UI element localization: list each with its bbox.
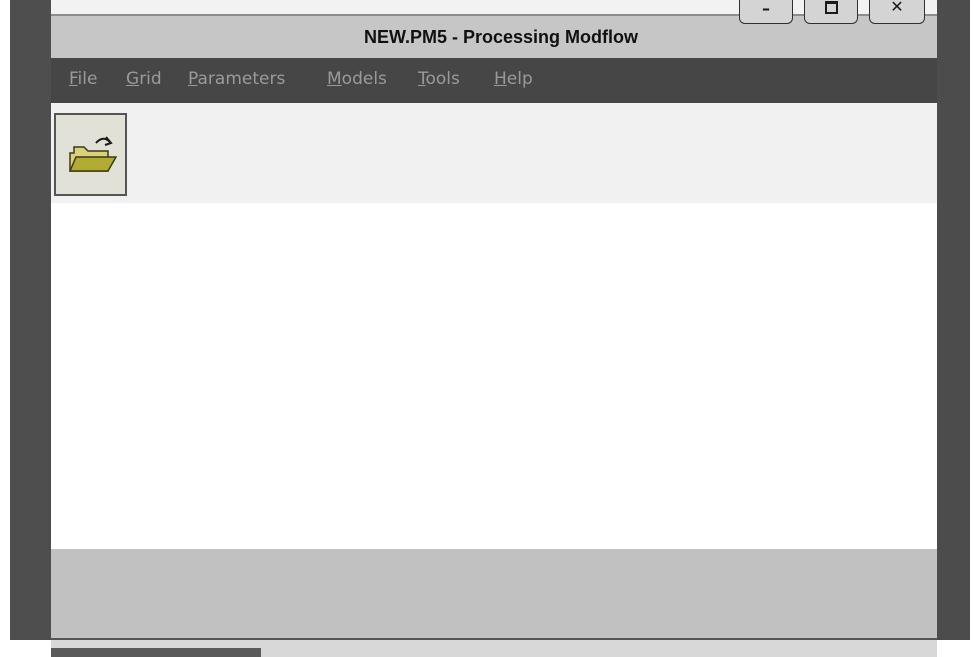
window-title: NEW.PM5 - Processing Modflow: [363, 27, 639, 47]
menu-file-mnemonic: F: [69, 69, 78, 89]
menu-grid[interactable]: Grid: [126, 69, 162, 89]
menu-models-label: odels: [341, 69, 387, 89]
title-bar[interactable]: NEW.PM5 - Processing Modflow: [51, 16, 937, 59]
menu-grid-mnemonic: G: [126, 69, 140, 89]
toolbar: [51, 103, 937, 203]
model-workspace[interactable]: [51, 203, 937, 549]
open-file-button[interactable]: [54, 113, 127, 196]
status-area: [51, 549, 937, 640]
open-folder-icon: [68, 136, 118, 172]
close-button[interactable]: ✕: [869, 0, 925, 24]
menu-grid-label: rid: [139, 69, 162, 89]
maximize-icon: [824, 1, 838, 14]
menu-parameters-mnemonic: P: [188, 69, 198, 89]
menu-help-mnemonic: H: [494, 69, 507, 89]
app-screen: NEW.PM5 - Processing Modflow – ✕ File Gr…: [0, 0, 973, 657]
menu-help-label: elp: [506, 69, 533, 89]
minimize-icon: –: [762, 0, 770, 18]
window-frame-left: [10, 0, 51, 640]
menu-tools-label: ools: [425, 69, 460, 89]
taskbar-strip: [51, 640, 937, 657]
menu-models[interactable]: Models: [327, 69, 387, 89]
close-icon: ✕: [890, 0, 904, 16]
menu-parameters[interactable]: Parameters: [188, 69, 285, 89]
menu-tools-mnemonic: T: [418, 69, 426, 89]
minimize-button[interactable]: –: [739, 0, 793, 24]
menu-help[interactable]: Help: [494, 69, 533, 89]
menu-file[interactable]: File: [69, 69, 97, 89]
menu-models-mnemonic: M: [327, 69, 342, 89]
menu-file-label: ile: [77, 69, 98, 89]
taskbar-tab[interactable]: [51, 648, 261, 657]
menu-bar: File Grid Parameters Models Tools Help: [51, 58, 937, 103]
menu-tools[interactable]: Tools: [418, 69, 460, 89]
maximize-button[interactable]: [804, 0, 858, 24]
window-frame-right: [937, 0, 970, 640]
menu-parameters-label: arameters: [197, 69, 286, 89]
